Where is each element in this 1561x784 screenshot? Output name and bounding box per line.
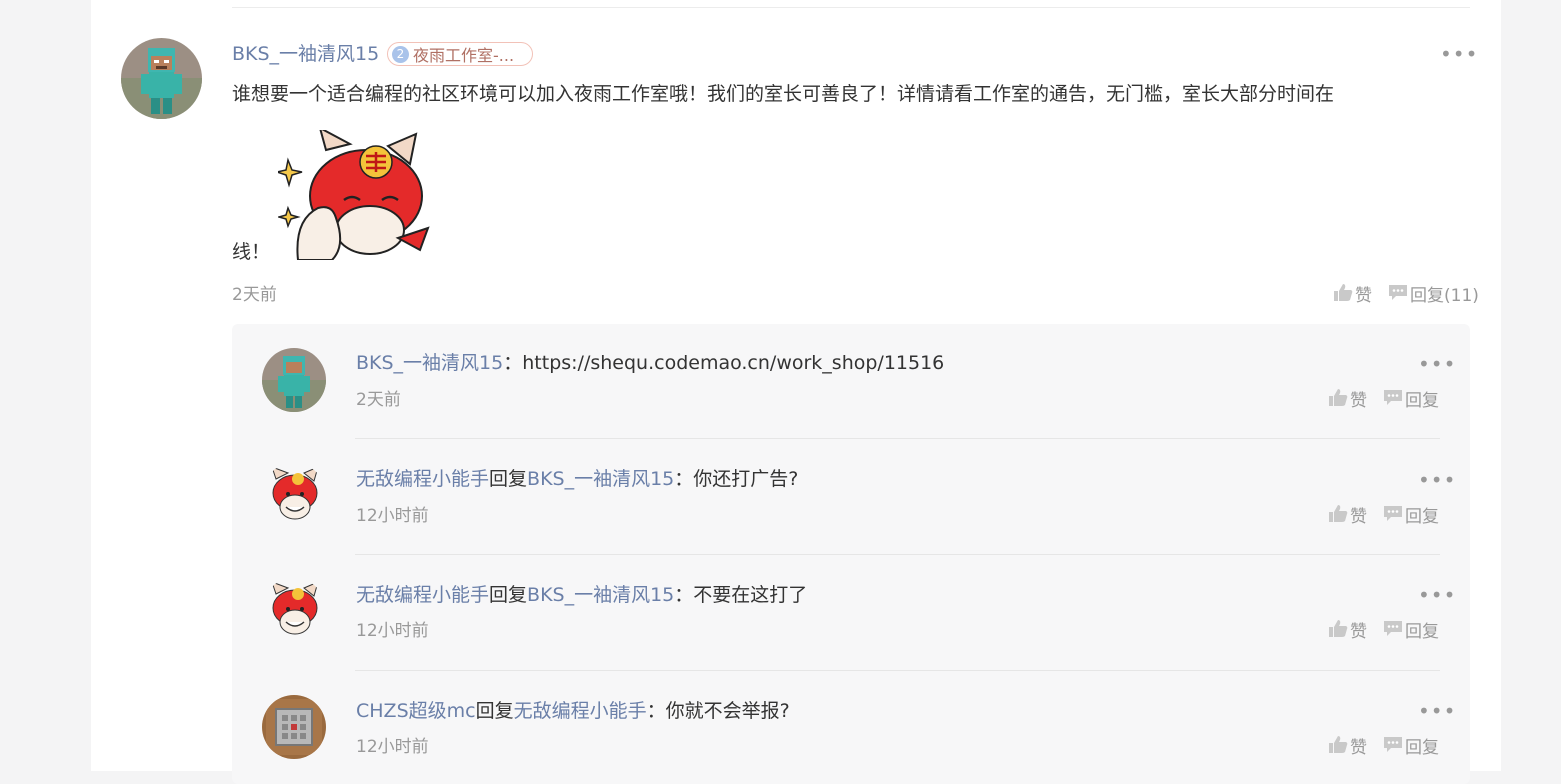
comment-icon: [1383, 620, 1403, 643]
reply-label: 回复: [1405, 506, 1439, 527]
reply-word: 回复: [489, 468, 528, 490]
reply-text: 你就不会举报?: [665, 700, 790, 722]
sticker-image: [274, 126, 434, 261]
reply-text: https://shequ.codemao.cn/work_shop/11516: [522, 352, 945, 374]
like-button[interactable]: 赞: [1329, 620, 1367, 643]
reply-author[interactable]: 无敌编程小能手: [356, 584, 489, 606]
like-label: 赞: [1350, 506, 1367, 527]
reply-button[interactable]: 回复: [1383, 736, 1439, 759]
workshop-badge[interactable]: 2 夜雨工作室-...: [387, 42, 533, 66]
divider: [355, 438, 1440, 439]
reply-button[interactable]: 回复: [1383, 620, 1439, 643]
divider: [355, 670, 1440, 671]
like-button[interactable]: 赞: [1329, 736, 1367, 759]
comment-icon: [1383, 736, 1403, 759]
comment-icon: [1383, 389, 1403, 412]
reply-time: 2天前: [356, 390, 401, 410]
like-label: 赞: [1350, 737, 1367, 758]
reply-colon: ：: [674, 468, 694, 490]
more-options-icon[interactable]: •••: [1418, 354, 1456, 374]
reply-target[interactable]: BKS_一袖清风15: [527, 468, 674, 490]
reply-word: 回复: [489, 584, 528, 606]
reply-author[interactable]: CHZS超级mc: [356, 700, 476, 722]
reply-target[interactable]: 无敌编程小能手: [514, 700, 647, 722]
reply-text: 不要在这打了: [693, 584, 808, 606]
reply-label: 回复(11): [1410, 285, 1479, 306]
reply-header: 无敌编程小能手回复BKS_一袖清风15：你还打广告?: [356, 466, 798, 492]
like-label: 赞: [1350, 390, 1367, 411]
reply-author[interactable]: BKS_一袖清风15: [356, 352, 503, 374]
more-options-icon[interactable]: •••: [1418, 585, 1456, 605]
reply-colon: ：: [674, 584, 694, 606]
more-options-icon[interactable]: •••: [1440, 44, 1478, 64]
badge-text: 夜雨工作室-...: [413, 46, 515, 65]
thumbs-up-icon: [1329, 505, 1348, 528]
reply-header: CHZS超级mc回复无敌编程小能手：你就不会举报?: [356, 698, 790, 724]
like-button[interactable]: 赞: [1329, 389, 1367, 412]
reply-author[interactable]: 无敌编程小能手: [356, 468, 489, 490]
comment-text-line2: 线！: [232, 241, 271, 263]
like-button[interactable]: 赞: [1334, 284, 1372, 307]
comment-text-line1: 谁想要一个适合编程的社区环境可以加入夜雨工作室哦！我们的室长可善良了！详情请看工…: [232, 83, 1335, 105]
comment-time: 2天前: [232, 285, 277, 305]
reply-text: 你还打广告?: [693, 468, 799, 490]
like-label: 赞: [1350, 621, 1367, 642]
thumbs-up-icon: [1329, 736, 1348, 759]
avatar[interactable]: [262, 463, 326, 527]
divider: [232, 7, 1470, 8]
more-options-icon[interactable]: •••: [1418, 470, 1456, 490]
thumbs-up-icon: [1329, 389, 1348, 412]
comment-author[interactable]: BKS_一袖清风15: [232, 41, 379, 67]
reply-header: 无敌编程小能手回复BKS_一袖清风15：不要在这打了: [356, 582, 807, 608]
thumbs-up-icon: [1329, 620, 1348, 643]
reply-header: BKS_一袖清风15：https://shequ.codemao.cn/work…: [356, 350, 944, 376]
more-options-icon[interactable]: •••: [1418, 701, 1456, 721]
reply-target[interactable]: BKS_一袖清风15: [527, 584, 674, 606]
reply-button[interactable]: 回复(11): [1388, 284, 1479, 307]
avatar[interactable]: [262, 695, 326, 759]
reply-colon: ：: [646, 700, 666, 722]
reply-label: 回复: [1405, 737, 1439, 758]
reply-button[interactable]: 回复: [1383, 505, 1439, 528]
comment-icon: [1388, 284, 1408, 307]
divider: [355, 554, 1440, 555]
comment-icon: [1383, 505, 1403, 528]
reply-colon: ：: [503, 352, 523, 374]
avatar[interactable]: [262, 578, 326, 642]
like-label: 赞: [1355, 285, 1372, 306]
thumbs-up-icon: [1334, 284, 1353, 307]
reply-time: 12小时前: [356, 506, 429, 526]
avatar[interactable]: [262, 348, 326, 412]
like-button[interactable]: 赞: [1329, 505, 1367, 528]
reply-word: 回复: [475, 700, 514, 722]
reply-time: 12小时前: [356, 737, 429, 757]
reply-label: 回复: [1405, 621, 1439, 642]
reply-button[interactable]: 回复: [1383, 389, 1439, 412]
reply-time: 12小时前: [356, 621, 429, 641]
reply-label: 回复: [1405, 390, 1439, 411]
avatar[interactable]: [121, 38, 202, 119]
badge-number: 2: [392, 45, 409, 63]
